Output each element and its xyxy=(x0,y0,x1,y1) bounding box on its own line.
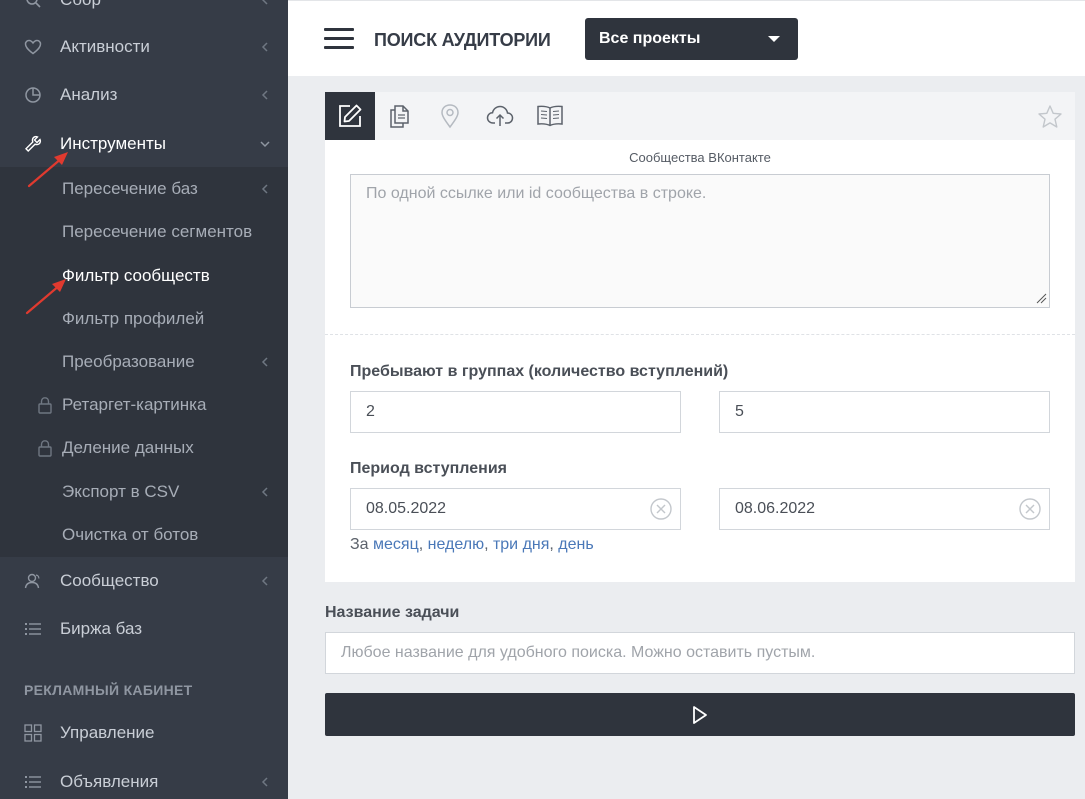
sidebar: Сбор Активности Анализ Инструменты Перес… xyxy=(0,0,288,799)
period-label: Период вступления xyxy=(350,460,507,477)
task-name-label: Название задачи xyxy=(325,604,460,621)
sidebar-item-label: Объявления xyxy=(60,772,159,791)
groups-max-input[interactable] xyxy=(719,391,1050,433)
submenu-item-label: Ретаргет-картинка xyxy=(62,394,207,414)
grid-icon xyxy=(24,724,42,742)
submenu-item-label: Фильтр сообществ xyxy=(62,265,210,285)
favorite-star-icon[interactable] xyxy=(1037,104,1063,130)
quick-period-links: За месяц, неделю, три дня, день xyxy=(350,536,594,553)
submenu-item-transformation[interactable]: Преобразование xyxy=(0,340,288,383)
tab-cloud-upload[interactable] xyxy=(475,92,525,140)
submenu-item-label: Очистка от ботов xyxy=(62,524,199,544)
source-tabs xyxy=(325,92,1075,140)
collect-icon xyxy=(24,0,42,9)
lock-icon xyxy=(37,396,53,414)
top-header: ПОИСК АУДИТОРИИ Все проекты xyxy=(288,0,1085,76)
sidebar-item-label: Управление xyxy=(60,723,155,742)
date-to-input[interactable] xyxy=(719,488,1050,530)
chevron-down-icon xyxy=(260,139,270,149)
page-title: ПОИСК АУДИТОРИИ xyxy=(374,30,551,50)
groups-min-input[interactable] xyxy=(350,391,681,433)
task-name-input[interactable] xyxy=(325,632,1075,674)
project-select[interactable]: Все проекты xyxy=(585,18,798,60)
sidebar-item-tools[interactable]: Инструменты xyxy=(0,122,288,166)
submenu-item-label: Пересечение сегментов xyxy=(62,221,253,241)
hamburger-menu-icon[interactable] xyxy=(324,28,354,50)
date-from-input[interactable] xyxy=(350,488,681,530)
cloud-upload-icon xyxy=(486,105,514,126)
run-button[interactable] xyxy=(325,693,1075,736)
quick-link-day[interactable]: день xyxy=(558,536,593,553)
files-icon xyxy=(390,105,409,128)
lock-icon xyxy=(37,439,53,457)
submenu-item-label: Преобразование xyxy=(62,351,195,371)
sidebar-section-title: РЕКЛАМНЫЙ КАБИНЕТ xyxy=(24,682,193,698)
sidebar-item-label: Анализ xyxy=(60,85,118,104)
sidebar-item-collect[interactable]: Сбор xyxy=(0,0,288,22)
sidebar-item-analysis[interactable]: Анализ xyxy=(0,73,288,117)
clear-date-to-icon[interactable] xyxy=(1018,497,1042,521)
sidebar-item-label: Сообщество xyxy=(60,571,159,590)
submenu-item-retarget-image[interactable]: Ретаргет-картинка xyxy=(0,383,288,426)
edit-icon xyxy=(339,104,362,127)
tab-manual-input[interactable] xyxy=(325,92,375,140)
chevron-left-icon xyxy=(260,486,270,497)
search-form-card: Сообщества ВКонтакте Пребывают в группах… xyxy=(325,92,1075,582)
quick-period-prefix: За xyxy=(350,536,369,553)
sidebar-item-ads[interactable]: Объявления xyxy=(0,760,288,799)
quick-link-month[interactable]: месяц xyxy=(373,536,419,553)
submenu-item-label: Деление данных xyxy=(62,437,194,457)
resize-grip-icon[interactable] xyxy=(1035,292,1047,304)
sidebar-item-activities[interactable]: Активности xyxy=(0,25,288,69)
tab-book[interactable] xyxy=(525,92,575,140)
users-icon xyxy=(24,572,42,590)
book-icon xyxy=(537,105,563,127)
chevron-left-icon xyxy=(260,576,270,586)
pie-chart-icon xyxy=(24,86,42,104)
caret-down-icon xyxy=(768,36,780,42)
list-icon xyxy=(24,773,42,791)
submenu-item-label: Экспорт в CSV xyxy=(62,481,180,501)
chevron-left-icon xyxy=(260,42,270,52)
submenu-item-segment-intersection[interactable]: Пересечение сегментов xyxy=(0,210,288,253)
submenu-item-data-split[interactable]: Деление данных xyxy=(0,426,288,469)
chevron-left-icon xyxy=(260,0,270,5)
sidebar-item-label: Инструменты xyxy=(60,134,167,153)
submenu-item-profile-filter[interactable]: Фильтр профилей xyxy=(0,297,288,340)
location-pin-icon xyxy=(441,104,459,129)
chevron-left-icon xyxy=(260,777,270,787)
tab-files[interactable] xyxy=(375,92,425,140)
submenu-item-label: Пересечение баз xyxy=(62,178,198,198)
chevron-left-icon xyxy=(260,183,270,194)
project-select-value: Все проекты xyxy=(599,30,701,47)
quick-link-week[interactable]: неделю xyxy=(428,536,484,553)
submenu-item-community-filter[interactable]: Фильтр сообществ xyxy=(0,254,288,297)
submenu-item-label: Фильтр профилей xyxy=(62,308,205,328)
wrench-icon xyxy=(24,135,42,153)
heart-icon xyxy=(24,38,42,56)
submenu-item-export-csv[interactable]: Экспорт в CSV xyxy=(0,470,288,513)
groups-label: Пребывают в группах (количество вступлен… xyxy=(350,363,729,380)
tools-submenu: Пересечение баз Пересечение сегментов Фи… xyxy=(0,167,288,557)
sidebar-item-label: Сбор xyxy=(60,0,101,10)
sidebar-item-management[interactable]: Управление xyxy=(0,711,288,755)
tab-location[interactable] xyxy=(425,92,475,140)
sidebar-item-base-exchange[interactable]: Биржа баз xyxy=(0,607,288,651)
clear-date-from-icon[interactable] xyxy=(649,497,673,521)
play-icon xyxy=(693,705,707,724)
communities-caption: Сообщества ВКонтакте xyxy=(629,150,771,165)
list-icon xyxy=(24,620,42,638)
chevron-left-icon xyxy=(260,90,270,100)
sidebar-item-label: Активности xyxy=(60,37,150,56)
section-divider xyxy=(325,334,1075,335)
communities-textarea[interactable] xyxy=(350,174,1050,308)
sidebar-item-label: Биржа баз xyxy=(60,619,143,638)
sidebar-item-community[interactable]: Сообщество xyxy=(0,559,288,603)
chevron-left-icon xyxy=(260,356,270,367)
quick-link-three-days[interactable]: три дня xyxy=(493,536,549,553)
submenu-item-bot-cleanup[interactable]: Очистка от ботов xyxy=(0,513,288,556)
submenu-item-base-intersection[interactable]: Пересечение баз xyxy=(0,167,288,210)
